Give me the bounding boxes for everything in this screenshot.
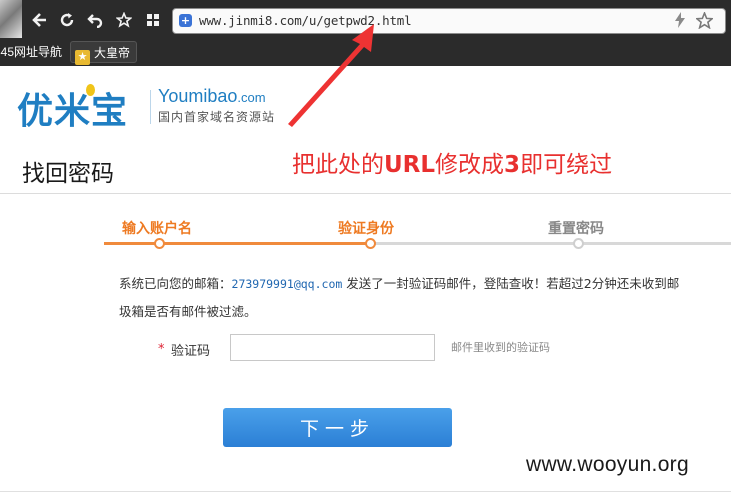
- code-hint: 邮件里收到的验证码: [451, 341, 550, 354]
- step-progress-done: [104, 242, 372, 245]
- step-1-dot: [154, 238, 165, 249]
- message-line-1: 系统已向您的邮箱：273979991@qq.com 发送了一封验证码邮件，登陆查…: [119, 270, 731, 298]
- message-line-2: 圾箱是否有邮件被过滤。: [119, 304, 257, 319]
- step-2-dot: [365, 238, 376, 249]
- title-divider: [0, 193, 731, 194]
- verification-code-input[interactable]: [230, 334, 435, 361]
- annotation-part: 修改成: [435, 152, 505, 178]
- step-progress-todo: [372, 242, 731, 245]
- annotation-part: 即可绕过: [520, 152, 613, 178]
- arrow-head: [288, 24, 374, 127]
- annotation-url: URL: [384, 152, 436, 178]
- annotation-part: 把此处的: [292, 152, 384, 178]
- message-text: 发送了一封验证码邮件，登陆查收！若超过2分钟还未收到邮: [342, 276, 680, 291]
- email-address: 273979991@qq.com: [231, 277, 343, 291]
- step-2-label: 验证身份: [338, 221, 394, 237]
- message-text: 系统已向您的邮箱：: [119, 276, 232, 291]
- annotation-text: 把此处的URL修改成3即可绕过: [292, 145, 612, 179]
- step-3-dot: [573, 238, 584, 249]
- required-mark: *: [158, 342, 165, 357]
- annotation-number: 3: [504, 152, 521, 178]
- watermark: www.wooyun.org: [526, 453, 689, 476]
- step-1-label: 输入账户名: [122, 221, 192, 237]
- bottom-divider: [0, 491, 731, 492]
- next-step-button[interactable]: 下一步: [223, 408, 452, 447]
- verification-message: 系统已向您的邮箱：273979991@qq.com 发送了一封验证码邮件，登陆查…: [119, 270, 731, 326]
- step-3-label: 重置密码: [548, 221, 604, 237]
- code-label: 验证码: [171, 344, 211, 359]
- page-title: 找回密码: [22, 161, 114, 187]
